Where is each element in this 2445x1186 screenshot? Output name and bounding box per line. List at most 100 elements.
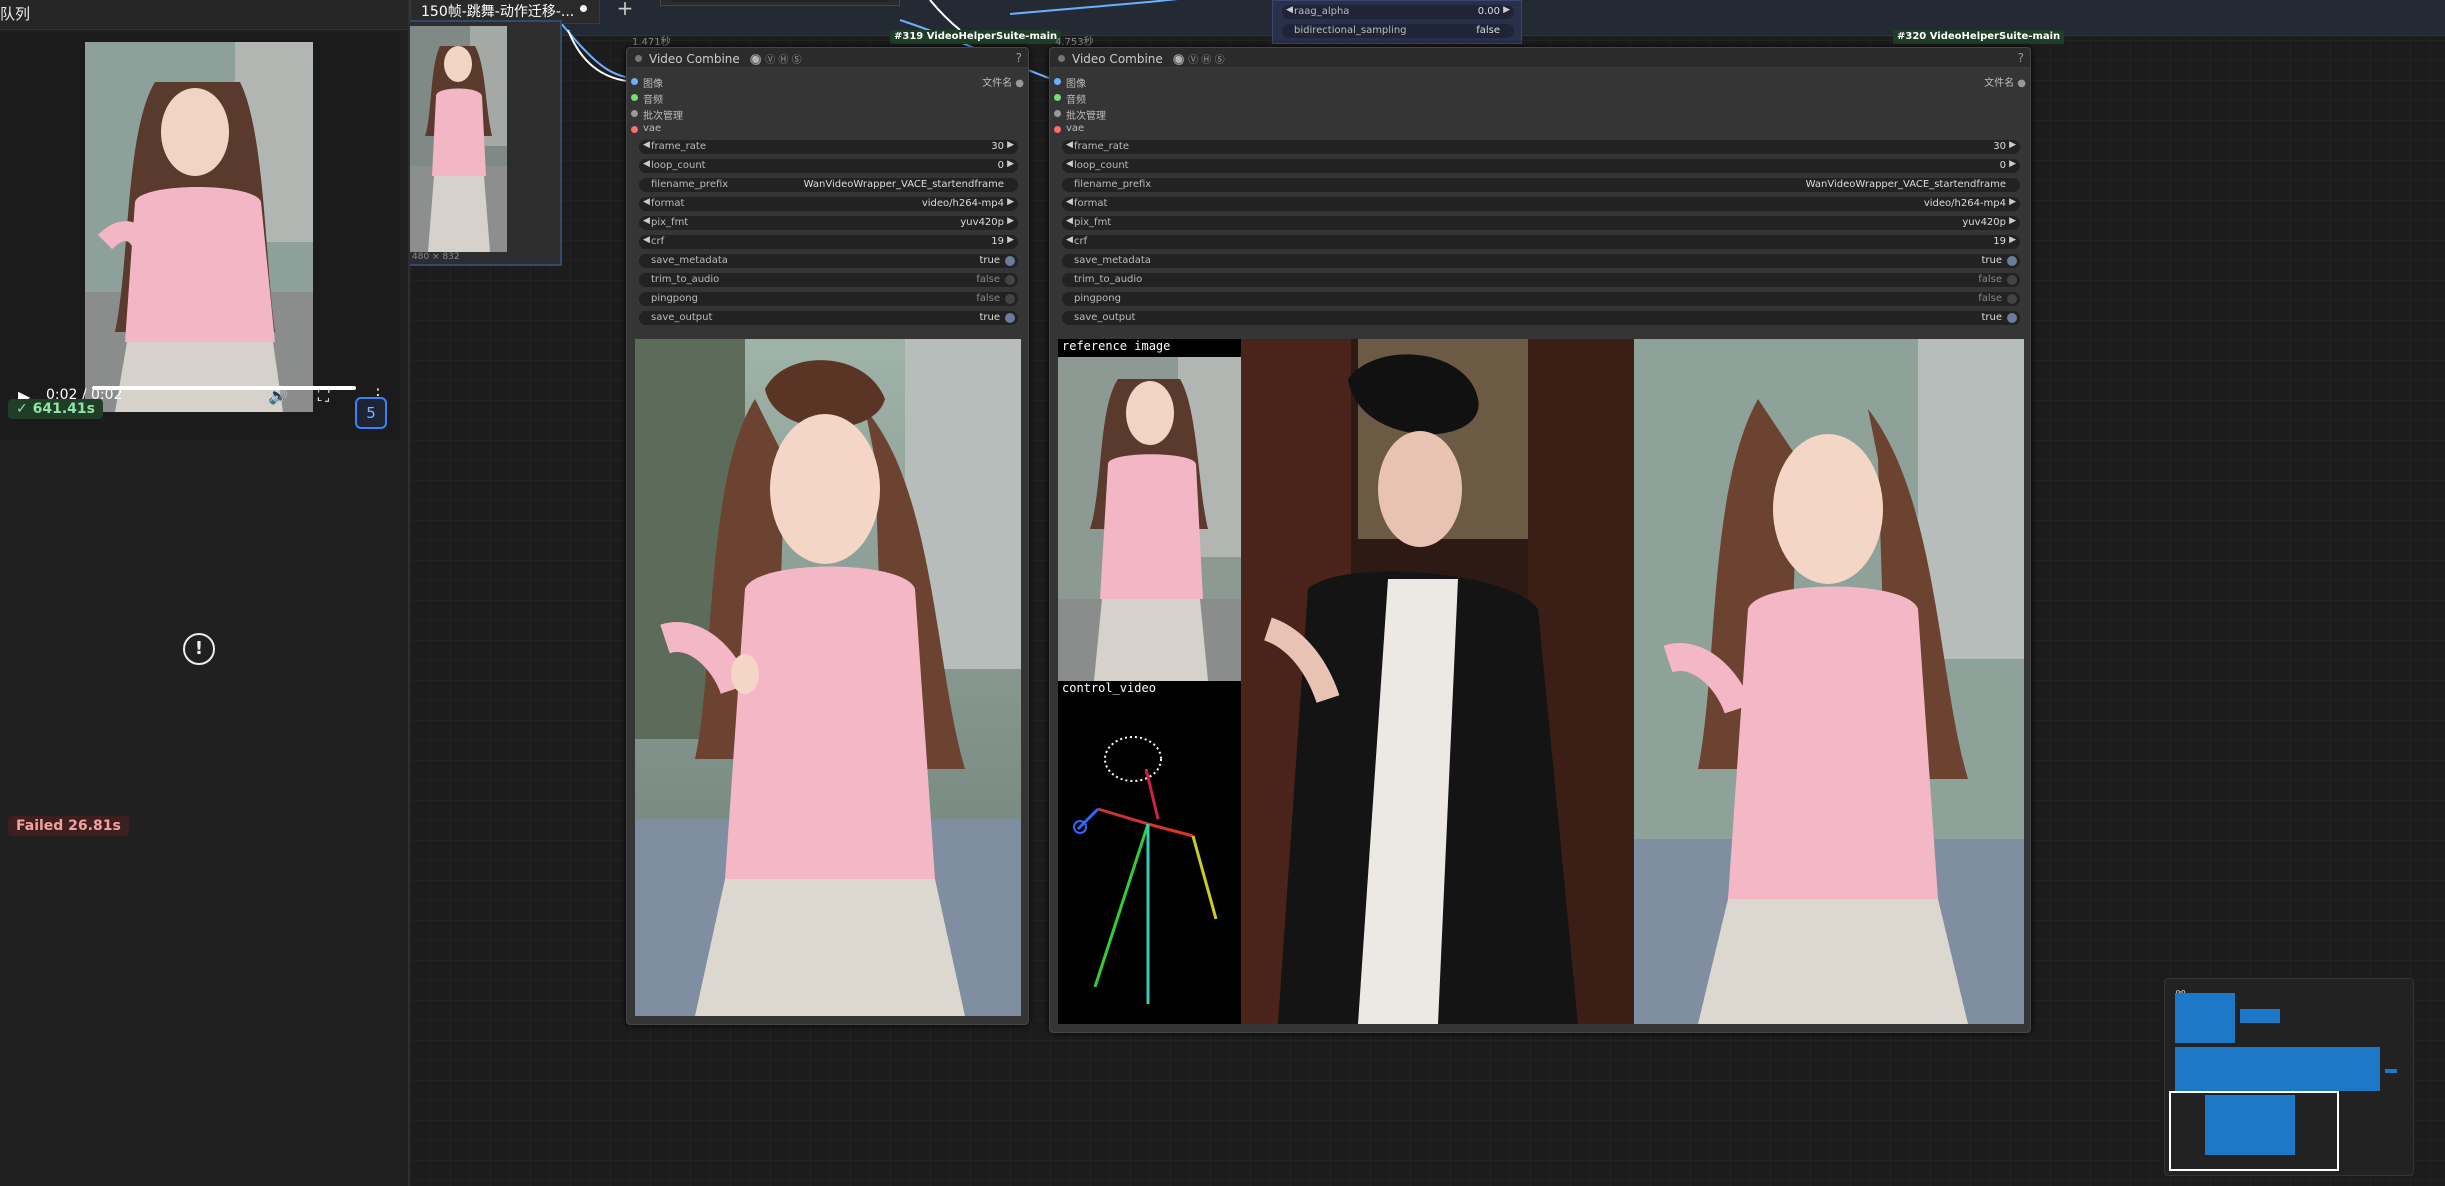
widget-key: bidirectional_sampling: [1294, 25, 1407, 36]
collapse-icon[interactable]: [1058, 55, 1065, 62]
alert-icon[interactable]: !: [183, 633, 215, 665]
widget-format[interactable]: ◀ ▶ format video/h264-mp4: [1062, 197, 2020, 211]
increment-icon[interactable]: ▶: [1007, 140, 1014, 150]
widget-value: true: [1981, 255, 2002, 266]
minimap-viewport[interactable]: [2169, 1091, 2339, 1171]
failed-badge[interactable]: Failed 26.81s: [8, 816, 129, 836]
sampler-node[interactable]: ◀ raag_alpha 0.00 ▶ bidirectional_sampli…: [1272, 0, 1522, 44]
output-video-preview[interactable]: [635, 339, 1021, 1016]
decrement-icon[interactable]: ◀: [1066, 235, 1073, 245]
widget-pix-fmt[interactable]: ◀ ▶ pix_fmt yuv420p: [639, 216, 1018, 230]
increment-icon[interactable]: ▶: [2009, 216, 2016, 226]
increment-icon[interactable]: ▶: [2009, 140, 2016, 150]
input-port[interactable]: 音频: [627, 91, 663, 106]
node-title-bar[interactable]: Video Combine 🔘 Ⓥ Ⓗ Ⓢ ?: [1050, 48, 2030, 68]
queue-video-thumbnail[interactable]: [85, 42, 313, 412]
port-dot-icon[interactable]: [631, 126, 638, 133]
decrement-icon[interactable]: ◀: [643, 216, 650, 226]
decrement-icon[interactable]: ◀: [1066, 140, 1073, 150]
widget-loop-count[interactable]: ◀ ▶ loop_count 0: [1062, 159, 2020, 173]
decrement-icon[interactable]: ◀: [1286, 5, 1293, 15]
video-combine-node-319[interactable]: Video Combine 🔘 Ⓥ Ⓗ Ⓢ ? 图像 音频 批次管理 vae 文件名 …: [626, 47, 1029, 1025]
node-title-bar[interactable]: Video Combine 🔘 Ⓥ Ⓗ Ⓢ ?: [627, 48, 1028, 68]
badge-icons: 🔘 Ⓥ Ⓗ Ⓢ: [749, 55, 802, 66]
output-port-filename[interactable]: 文件名 ●: [1984, 74, 2026, 89]
decrement-icon[interactable]: ◀: [643, 197, 650, 207]
widget-crf[interactable]: ◀ ▶ crf 19: [639, 235, 1018, 249]
widget-loop-count[interactable]: ◀ ▶ loop_count 0: [639, 159, 1018, 173]
toggle-knob-icon[interactable]: [1005, 313, 1015, 323]
video-progress-bar[interactable]: [92, 386, 356, 390]
input-port[interactable]: 音频: [1050, 91, 1086, 106]
toggle-knob-icon[interactable]: [2007, 256, 2017, 266]
widget-trim-to-audio[interactable]: trim_to_audio false: [639, 273, 1018, 287]
widget-save-output[interactable]: save_output true: [1062, 311, 2020, 325]
decrement-icon[interactable]: ◀: [643, 140, 650, 150]
input-port[interactable]: 批次管理: [627, 107, 683, 122]
input-port[interactable]: 图像: [1050, 75, 1086, 90]
resolution-node[interactable]: resolution 512: [660, 0, 900, 6]
widget-trim-to-audio[interactable]: trim_to_audio false: [1062, 273, 2020, 287]
toggle-knob-icon[interactable]: [2007, 294, 2017, 304]
output-video-preview[interactable]: reference image control_video: [1058, 339, 2024, 1024]
queue-item[interactable]: ▶ 0:02 / 0:02 🔊 ⛶ ⋮: [0, 32, 400, 440]
widget-save-output[interactable]: save_output true: [639, 311, 1018, 325]
input-port[interactable]: vae: [1050, 123, 1084, 134]
decrement-icon[interactable]: ◀: [643, 235, 650, 245]
collapse-icon[interactable]: [635, 55, 642, 62]
bidirectional-sampling-widget[interactable]: bidirectional_sampling false: [1282, 24, 1514, 38]
widget-value: video/h264-mp4: [921, 198, 1004, 209]
help-icon[interactable]: ?: [1016, 51, 1022, 65]
input-port[interactable]: 图像: [627, 75, 663, 90]
widget-value: yuv420p: [960, 217, 1004, 228]
widget-pingpong[interactable]: pingpong false: [1062, 292, 2020, 306]
port-dot-icon[interactable]: [1054, 126, 1061, 133]
port-dot-icon[interactable]: [631, 110, 638, 117]
toggle-knob-icon[interactable]: [1005, 275, 1015, 285]
port-dot-icon[interactable]: [1054, 78, 1061, 85]
increment-icon[interactable]: ▶: [1007, 216, 1014, 226]
port-dot-icon[interactable]: [631, 94, 638, 101]
increment-icon[interactable]: ▶: [2009, 197, 2016, 207]
add-tab-button[interactable]: +: [612, 0, 638, 20]
input-port[interactable]: 批次管理: [1050, 107, 1106, 122]
output-port-filename[interactable]: 文件名 ●: [982, 74, 1024, 89]
widget-filename-prefix[interactable]: filename_prefix WanVideoWrapper_VACE_star…: [639, 178, 1018, 192]
video-combine-node-320[interactable]: Video Combine 🔘 Ⓥ Ⓗ Ⓢ ? 图像 音频 批次管理 vae 文件名 …: [1049, 47, 2031, 1033]
widget-filename-prefix[interactable]: filename_prefix WanVideoWrapper_VACE_star…: [1062, 178, 2020, 192]
toggle-knob-icon[interactable]: [1005, 294, 1015, 304]
widget-frame-rate[interactable]: ◀ ▶ frame_rate 30: [1062, 140, 2020, 154]
widget-save-metadata[interactable]: save_metadata true: [639, 254, 1018, 268]
decrement-icon[interactable]: ◀: [1066, 216, 1073, 226]
batch-count-badge[interactable]: 5: [355, 397, 387, 429]
port-dot-icon[interactable]: [631, 78, 638, 85]
widget-pix-fmt[interactable]: ◀ ▶ pix_fmt yuv420p: [1062, 216, 2020, 230]
raag-alpha-widget[interactable]: ◀ raag_alpha 0.00 ▶: [1282, 5, 1514, 19]
queue-title: 队列: [0, 0, 408, 30]
widget-save-metadata[interactable]: save_metadata true: [1062, 254, 2020, 268]
decrement-icon[interactable]: ◀: [643, 159, 650, 169]
resolution-widget[interactable]: resolution 512: [669, 0, 891, 2]
canvas-minimap[interactable]: ⚯: [2164, 978, 2414, 1176]
increment-icon[interactable]: ▶: [2009, 159, 2016, 169]
port-dot-icon[interactable]: [1054, 94, 1061, 101]
input-port[interactable]: vae: [627, 123, 661, 134]
increment-icon[interactable]: ▶: [1503, 5, 1510, 15]
port-dot-icon[interactable]: [1054, 110, 1061, 117]
widget-key: frame_rate: [651, 141, 706, 152]
increment-icon[interactable]: ▶: [1007, 197, 1014, 207]
help-icon[interactable]: ?: [2018, 51, 2024, 65]
decrement-icon[interactable]: ◀: [1066, 197, 1073, 207]
preview-image-node[interactable]: 480 × 832: [410, 20, 562, 266]
widget-crf[interactable]: ◀ ▶ crf 19: [1062, 235, 2020, 249]
widget-frame-rate[interactable]: ◀ ▶ frame_rate 30: [639, 140, 1018, 154]
decrement-icon[interactable]: ◀: [1066, 159, 1073, 169]
toggle-knob-icon[interactable]: [1005, 256, 1015, 266]
toggle-knob-icon[interactable]: [2007, 275, 2017, 285]
toggle-knob-icon[interactable]: [2007, 313, 2017, 323]
widget-pingpong[interactable]: pingpong false: [639, 292, 1018, 306]
increment-icon[interactable]: ▶: [1007, 235, 1014, 245]
increment-icon[interactable]: ▶: [2009, 235, 2016, 245]
increment-icon[interactable]: ▶: [1007, 159, 1014, 169]
widget-format[interactable]: ◀ ▶ format video/h264-mp4: [639, 197, 1018, 211]
